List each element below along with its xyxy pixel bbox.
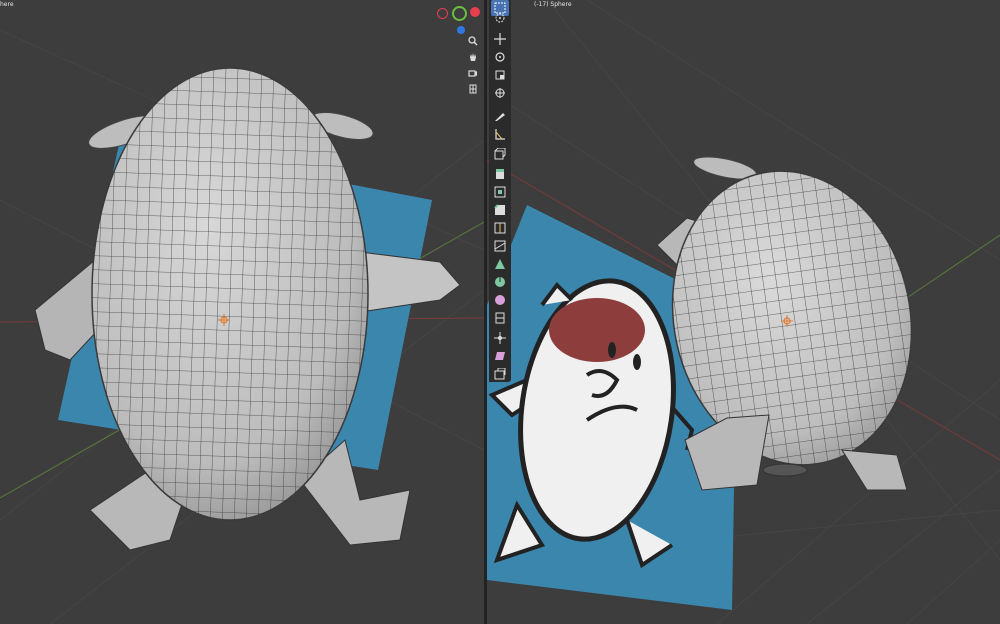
z-axis-dot[interactable] xyxy=(457,26,465,34)
poly-build-icon xyxy=(495,259,505,269)
y-axis-dot[interactable] xyxy=(452,6,467,21)
rip-icon xyxy=(494,368,506,380)
rip-tool[interactable] xyxy=(491,366,509,382)
edge-slide-icon xyxy=(495,312,505,324)
cursor-tool[interactable] xyxy=(491,10,509,26)
shear-tool[interactable] xyxy=(491,348,509,364)
rotate-tool[interactable] xyxy=(491,49,509,65)
smooth-icon xyxy=(495,295,505,305)
tail-nub xyxy=(762,463,808,477)
annotate-icon xyxy=(495,113,505,121)
foot xyxy=(841,449,908,491)
tool-shelf xyxy=(489,0,511,382)
loop-cut-icon xyxy=(494,222,506,234)
edge-slide-tool[interactable] xyxy=(491,310,509,326)
spin-icon xyxy=(495,277,505,287)
viewport-right[interactable] xyxy=(487,0,1000,624)
knife-tool[interactable] xyxy=(491,238,509,254)
scale-icon xyxy=(495,70,505,80)
loop-cut-tool[interactable] xyxy=(491,220,509,236)
extrude-icon xyxy=(496,169,504,179)
viewport-left[interactable]: here xyxy=(0,0,484,624)
viewport-right-label: (-17) Sphere xyxy=(534,1,572,8)
x-axis-negative-dot[interactable] xyxy=(437,8,448,19)
bevel-tool[interactable] xyxy=(491,202,509,218)
camera-icon[interactable] xyxy=(466,66,480,80)
move-tool[interactable] xyxy=(491,31,509,47)
shrink-fatten-tool[interactable] xyxy=(491,330,509,346)
measure-tool[interactable] xyxy=(491,126,509,142)
transform-icon xyxy=(495,88,505,98)
bevel-icon xyxy=(494,204,505,215)
left-scene xyxy=(0,29,484,624)
measure-icon xyxy=(495,129,505,140)
add-cube-icon xyxy=(494,148,506,160)
poly-build-tool[interactable] xyxy=(491,256,509,272)
annotate-tool[interactable] xyxy=(491,108,509,124)
scale-tool[interactable] xyxy=(491,67,509,83)
inset-tool[interactable] xyxy=(491,184,509,200)
perspective-grid-icon[interactable] xyxy=(466,82,480,96)
extrude-tool[interactable] xyxy=(491,166,509,182)
shear-icon xyxy=(495,352,505,360)
hand-pan-icon[interactable] xyxy=(466,50,480,64)
x-axis-dot[interactable] xyxy=(470,7,480,17)
spin-tool[interactable] xyxy=(491,274,509,290)
knife-icon xyxy=(494,240,506,252)
right-scene xyxy=(487,0,1000,624)
shrink-fatten-icon xyxy=(494,332,506,344)
transform-tool[interactable] xyxy=(491,85,509,101)
inset-icon xyxy=(494,186,506,198)
cursor-icon xyxy=(495,13,505,23)
smooth-tool[interactable] xyxy=(491,292,509,308)
zoom-icon[interactable] xyxy=(466,34,480,48)
viewport-left-label: here xyxy=(0,1,14,8)
right-arm xyxy=(359,251,461,313)
move-icon xyxy=(494,33,506,45)
add-cube-tool[interactable] xyxy=(491,146,509,162)
rotate-icon xyxy=(495,52,505,62)
